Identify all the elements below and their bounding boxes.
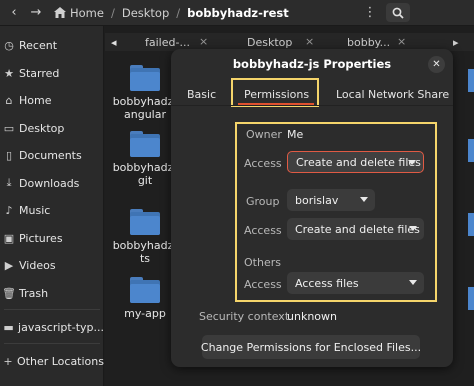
sidebar-item-label: Other Locations — [17, 354, 104, 368]
picture-icon: ▣ — [3, 231, 15, 245]
close-icon[interactable]: × — [305, 35, 314, 48]
download-icon: ⤓ — [6, 176, 12, 189]
breadcrumb-desktop[interactable]: Desktop — [118, 6, 173, 20]
forward-button[interactable]: → — [26, 3, 46, 22]
owner-access-dropdown[interactable]: Create and delete files — [287, 151, 424, 173]
sidebar-item-videos[interactable]: ▶ Videos — [0, 254, 104, 276]
tab-divider — [171, 105, 453, 106]
security-context-value: unknown — [287, 310, 337, 323]
owner-value: Me — [287, 128, 304, 141]
sidebar-divider — [4, 309, 100, 310]
chevron-down-icon — [409, 280, 417, 285]
folder-icon — [130, 209, 160, 235]
sidebar-item-label: Documents — [19, 148, 82, 162]
sidebar-item-label: Pictures — [19, 231, 63, 245]
tab-scroll-left[interactable]: ◂ — [111, 33, 117, 51]
sidebar-item-pictures[interactable]: ▣ Pictures — [0, 227, 104, 249]
group-label: Group — [246, 195, 280, 208]
others-access-dropdown[interactable]: Access files — [287, 272, 424, 294]
folder-column-edge — [468, 51, 474, 386]
video-icon: ▶ — [4, 258, 14, 272]
sidebar-item-music[interactable]: ♪ Music — [0, 199, 104, 221]
sidebar-item-label: Videos — [19, 258, 56, 272]
music-icon: ♪ — [5, 203, 13, 217]
header-bar: ‹ → Home / Desktop / bobbyhadz-rest ⋮ — [0, 0, 474, 26]
sidebar-item-documents[interactable]: ▯ Documents — [0, 144, 104, 166]
sidebar-divider — [4, 343, 100, 344]
properties-dialog: bobbyhadz-js Properties ✕ Basic Permissi… — [171, 49, 453, 367]
sidebar-item-label: Recent — [19, 38, 58, 52]
sidebar-item-trash[interactable]: 🗑 Trash — [0, 282, 104, 304]
dialog-close-button[interactable]: ✕ — [428, 56, 445, 73]
home-icon — [54, 7, 66, 18]
clock-icon: ◷ — [4, 38, 14, 52]
tab-basic[interactable]: Basic — [187, 88, 216, 101]
sidebar-item-label: Desktop — [19, 121, 65, 135]
trash-icon: 🗑 — [2, 286, 16, 300]
sidebar-item-starred[interactable]: ★ Starred — [0, 62, 104, 84]
others-access-label: Access — [244, 278, 282, 291]
security-context-label: Security context — [199, 310, 290, 323]
more-vertical-icon: ⋮ — [363, 5, 377, 20]
sidebar-item-other-locations[interactable]: + Other Locations — [0, 350, 104, 372]
breadcrumb-separator: / — [176, 5, 181, 20]
back-button[interactable]: ‹ — [4, 3, 24, 22]
sidebar-item-label: Trash — [19, 286, 49, 300]
tab-scroll-right[interactable]: ▸ — [453, 33, 459, 51]
home-icon: ⌂ — [5, 93, 13, 107]
folder-icon — [130, 277, 160, 303]
sidebar-item-label: Starred — [19, 66, 60, 80]
folder-icon: ▬ — [3, 320, 14, 334]
search-button[interactable] — [386, 3, 410, 22]
sidebar-item-label: Music — [19, 203, 51, 217]
star-icon: ★ — [4, 66, 14, 80]
document-icon: ▯ — [5, 148, 13, 162]
search-icon — [392, 7, 404, 19]
group-value: borislav — [295, 193, 339, 207]
desktop-icon: ▭ — [3, 121, 15, 135]
breadcrumb-separator: / — [110, 5, 115, 20]
sidebar: ◷ Recent ★ Starred ⌂ Home ▭ Desktop ▯ Do… — [0, 26, 104, 386]
plus-icon: + — [3, 354, 13, 368]
owner-label: Owner — [246, 128, 282, 141]
breadcrumb-home[interactable]: Home — [50, 6, 108, 20]
sidebar-item-bookmark[interactable]: ▬ javascript-typ... — [0, 316, 104, 338]
sidebar-item-label: Home — [19, 93, 52, 107]
dialog-title: bobbyhadz-js Properties — [232, 57, 392, 71]
group-dropdown[interactable]: borislav — [287, 189, 375, 211]
owner-access-value: Create and delete files — [296, 155, 421, 169]
breadcrumb: Home / Desktop / bobbyhadz-rest — [50, 3, 293, 22]
group-access-dropdown[interactable]: Create and delete files — [287, 218, 424, 240]
folder-icon — [130, 131, 160, 157]
change-permissions-button[interactable]: Change Permissions for Enclosed Files... — [201, 335, 421, 359]
menu-button[interactable]: ⋮ — [360, 3, 380, 22]
sidebar-item-label: javascript-typ... — [18, 320, 104, 334]
breadcrumb-current[interactable]: bobbyhadz-rest — [183, 6, 293, 20]
sidebar-item-recent[interactable]: ◷ Recent — [0, 34, 104, 56]
arrow-right-icon: → — [30, 5, 42, 20]
chevron-down-icon — [409, 226, 417, 231]
chevron-down-icon — [408, 160, 416, 165]
folder-icon — [130, 65, 160, 91]
sidebar-item-downloads[interactable]: ⤓ Downloads — [0, 172, 104, 194]
group-access-label: Access — [244, 224, 282, 237]
sidebar-item-label: Downloads — [19, 176, 80, 190]
chevron-down-icon — [360, 197, 368, 202]
group-access-value: Create and delete files — [295, 222, 420, 236]
chevron-left-icon: ‹ — [11, 5, 17, 20]
tab-local-network-share[interactable]: Local Network Share — [336, 88, 449, 101]
close-icon: ✕ — [432, 59, 441, 70]
others-access-value: Access files — [295, 276, 359, 290]
owner-access-label: Access — [244, 157, 282, 170]
close-icon[interactable]: × — [397, 35, 406, 48]
sidebar-item-desktop[interactable]: ▭ Desktop — [0, 117, 104, 139]
sidebar-item-home[interactable]: ⌂ Home — [0, 89, 104, 111]
close-icon[interactable]: × — [199, 35, 208, 48]
breadcrumb-home-label: Home — [70, 5, 104, 20]
others-label: Others — [244, 256, 281, 269]
